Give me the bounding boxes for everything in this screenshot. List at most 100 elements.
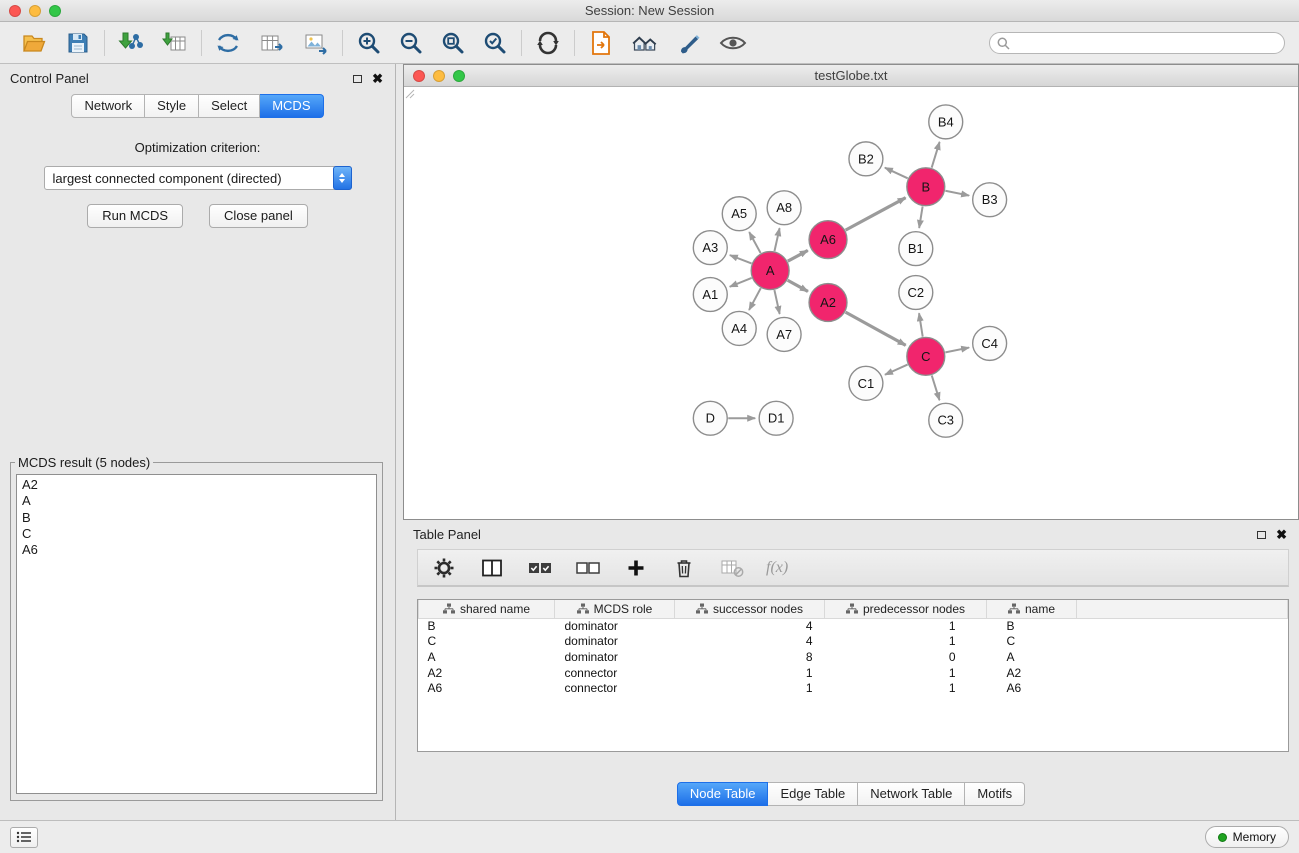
table-cell[interactable]: 1 — [825, 618, 987, 634]
refresh-icon[interactable] — [534, 29, 562, 57]
import-network-file-icon[interactable] — [117, 29, 145, 57]
new-table-icon[interactable] — [258, 29, 286, 57]
table-header-row[interactable]: shared nameMCDS rolesuccessor nodesprede… — [419, 600, 1288, 618]
table-cell[interactable]: 1 — [675, 680, 825, 696]
memory-button[interactable]: Memory — [1205, 826, 1289, 848]
table-cell[interactable]: 1 — [825, 634, 987, 650]
table-tab-motifs[interactable]: Motifs — [965, 782, 1025, 806]
function-builder-icon: f(x) — [766, 559, 788, 577]
delete-table-icon — [718, 554, 746, 582]
close-panel-icon[interactable]: ✖ — [372, 74, 383, 84]
zoom-fit-icon[interactable] — [439, 29, 467, 57]
minimize-button[interactable] — [29, 5, 41, 17]
status-bar: Memory — [0, 820, 1299, 853]
tab-network[interactable]: Network — [71, 94, 145, 118]
table-cell[interactable]: A — [987, 649, 1077, 665]
table-cell[interactable]: connector — [555, 665, 675, 681]
table-cell[interactable]: 1 — [825, 680, 987, 696]
mcds-result-group: MCDS result (5 nodes) A2ABCA6 — [10, 455, 383, 801]
table-row[interactable]: Bdominator41B — [419, 618, 1288, 634]
table-cell[interactable]: 1 — [825, 665, 987, 681]
table-cell[interactable]: A6 — [419, 680, 555, 696]
task-history-button[interactable] — [10, 827, 38, 848]
select-all-columns-icon[interactable] — [526, 554, 554, 582]
table-row[interactable]: Adominator80A — [419, 649, 1288, 665]
network-canvas-area[interactable]: B4B2BB3A8A5A6A3B1AC2A1A2A4A7C4CC1C3DD1 — [404, 88, 1298, 519]
zoom-out-icon[interactable] — [397, 29, 425, 57]
show-hide-eye-icon[interactable] — [719, 29, 747, 57]
table-cell[interactable]: dominator — [555, 634, 675, 650]
list-item[interactable]: A — [17, 493, 376, 509]
export-image-icon[interactable] — [302, 29, 330, 57]
style-brush-icon[interactable] — [675, 29, 703, 57]
mcds-result-title: MCDS result (5 nodes) — [15, 455, 153, 470]
table-cell[interactable]: 4 — [675, 618, 825, 634]
table-cell[interactable]: dominator — [555, 649, 675, 665]
network-window-title: testGlobe.txt — [815, 68, 888, 83]
list-item[interactable]: A2 — [17, 477, 376, 493]
table-float-panel-icon[interactable] — [1257, 531, 1266, 539]
network-close-button[interactable] — [413, 70, 425, 82]
table-cell[interactable]: A — [419, 649, 555, 665]
column-header-name[interactable]: name — [987, 600, 1077, 618]
table-cell[interactable]: 1 — [675, 665, 825, 681]
open-session-icon[interactable] — [20, 29, 48, 57]
column-header-MCDS-role[interactable]: MCDS role — [555, 600, 675, 618]
clone-network-icon[interactable] — [214, 29, 242, 57]
list-item[interactable]: A6 — [17, 542, 376, 558]
network-zoom-button[interactable] — [453, 70, 465, 82]
mcds-result-list[interactable]: A2ABCA6 — [16, 474, 377, 794]
table-cell[interactable]: A2 — [987, 665, 1077, 681]
list-item[interactable]: B — [17, 510, 376, 526]
table-cell[interactable]: 4 — [675, 634, 825, 650]
show-columns-icon[interactable] — [478, 554, 506, 582]
table-cell[interactable]: B — [987, 618, 1077, 634]
unselect-all-columns-icon[interactable] — [574, 554, 602, 582]
network-minimize-button[interactable] — [433, 70, 445, 82]
float-panel-icon[interactable] — [353, 75, 362, 83]
node-table[interactable]: shared nameMCDS rolesuccessor nodesprede… — [417, 599, 1289, 752]
zoom-selected-icon[interactable] — [481, 29, 509, 57]
tab-mcds[interactable]: MCDS — [260, 94, 323, 118]
table-cell-filler — [1077, 634, 1288, 650]
birdseye-houses-icon[interactable] — [631, 29, 659, 57]
list-item[interactable]: C — [17, 526, 376, 542]
import-table-file-icon[interactable] — [161, 29, 189, 57]
search-input[interactable] — [989, 32, 1285, 54]
table-tab-network-table[interactable]: Network Table — [858, 782, 965, 806]
table-settings-gear-icon[interactable] — [430, 554, 458, 582]
table-cell[interactable]: dominator — [555, 618, 675, 634]
table-cell[interactable]: A2 — [419, 665, 555, 681]
save-session-icon[interactable] — [64, 29, 92, 57]
run-mcds-button[interactable]: Run MCDS — [87, 204, 183, 228]
table-cell[interactable]: 0 — [825, 649, 987, 665]
table-cell[interactable]: C — [419, 634, 555, 650]
table-row[interactable]: Cdominator41C — [419, 634, 1288, 650]
table-close-panel-icon[interactable]: ✖ — [1276, 530, 1287, 540]
zoom-in-icon[interactable] — [355, 29, 383, 57]
table-cell[interactable]: 8 — [675, 649, 825, 665]
delete-row-trash-icon[interactable] — [670, 554, 698, 582]
table-cell[interactable]: A6 — [987, 680, 1077, 696]
close-button[interactable] — [9, 5, 21, 17]
criterion-dropdown[interactable]: largest connected component (directed) — [44, 166, 352, 190]
table-cell[interactable]: B — [419, 618, 555, 634]
column-header-predecessor-nodes[interactable]: predecessor nodes — [825, 600, 987, 618]
table-tab-edge-table[interactable]: Edge Table — [768, 782, 858, 806]
table-row[interactable]: A2connector11A2 — [419, 665, 1288, 681]
close-panel-button[interactable]: Close panel — [209, 204, 308, 228]
table-tab-node-table[interactable]: Node Table — [677, 782, 769, 806]
add-row-plus-icon[interactable] — [622, 554, 650, 582]
resize-grip-icon[interactable] — [403, 87, 1297, 518]
table-row[interactable]: A6connector11A6 — [419, 680, 1288, 696]
tab-style[interactable]: Style — [145, 94, 199, 118]
table-cell-filler — [1077, 680, 1288, 696]
table-cell[interactable]: connector — [555, 680, 675, 696]
column-header-shared-name[interactable]: shared name — [419, 600, 555, 618]
tab-select[interactable]: Select — [199, 94, 260, 118]
zoom-button[interactable] — [49, 5, 61, 17]
snapshot-document-icon[interactable] — [587, 29, 615, 57]
column-header-successor-nodes[interactable]: successor nodes — [675, 600, 825, 618]
table-cell-filler — [1077, 665, 1288, 681]
table-cell[interactable]: C — [987, 634, 1077, 650]
